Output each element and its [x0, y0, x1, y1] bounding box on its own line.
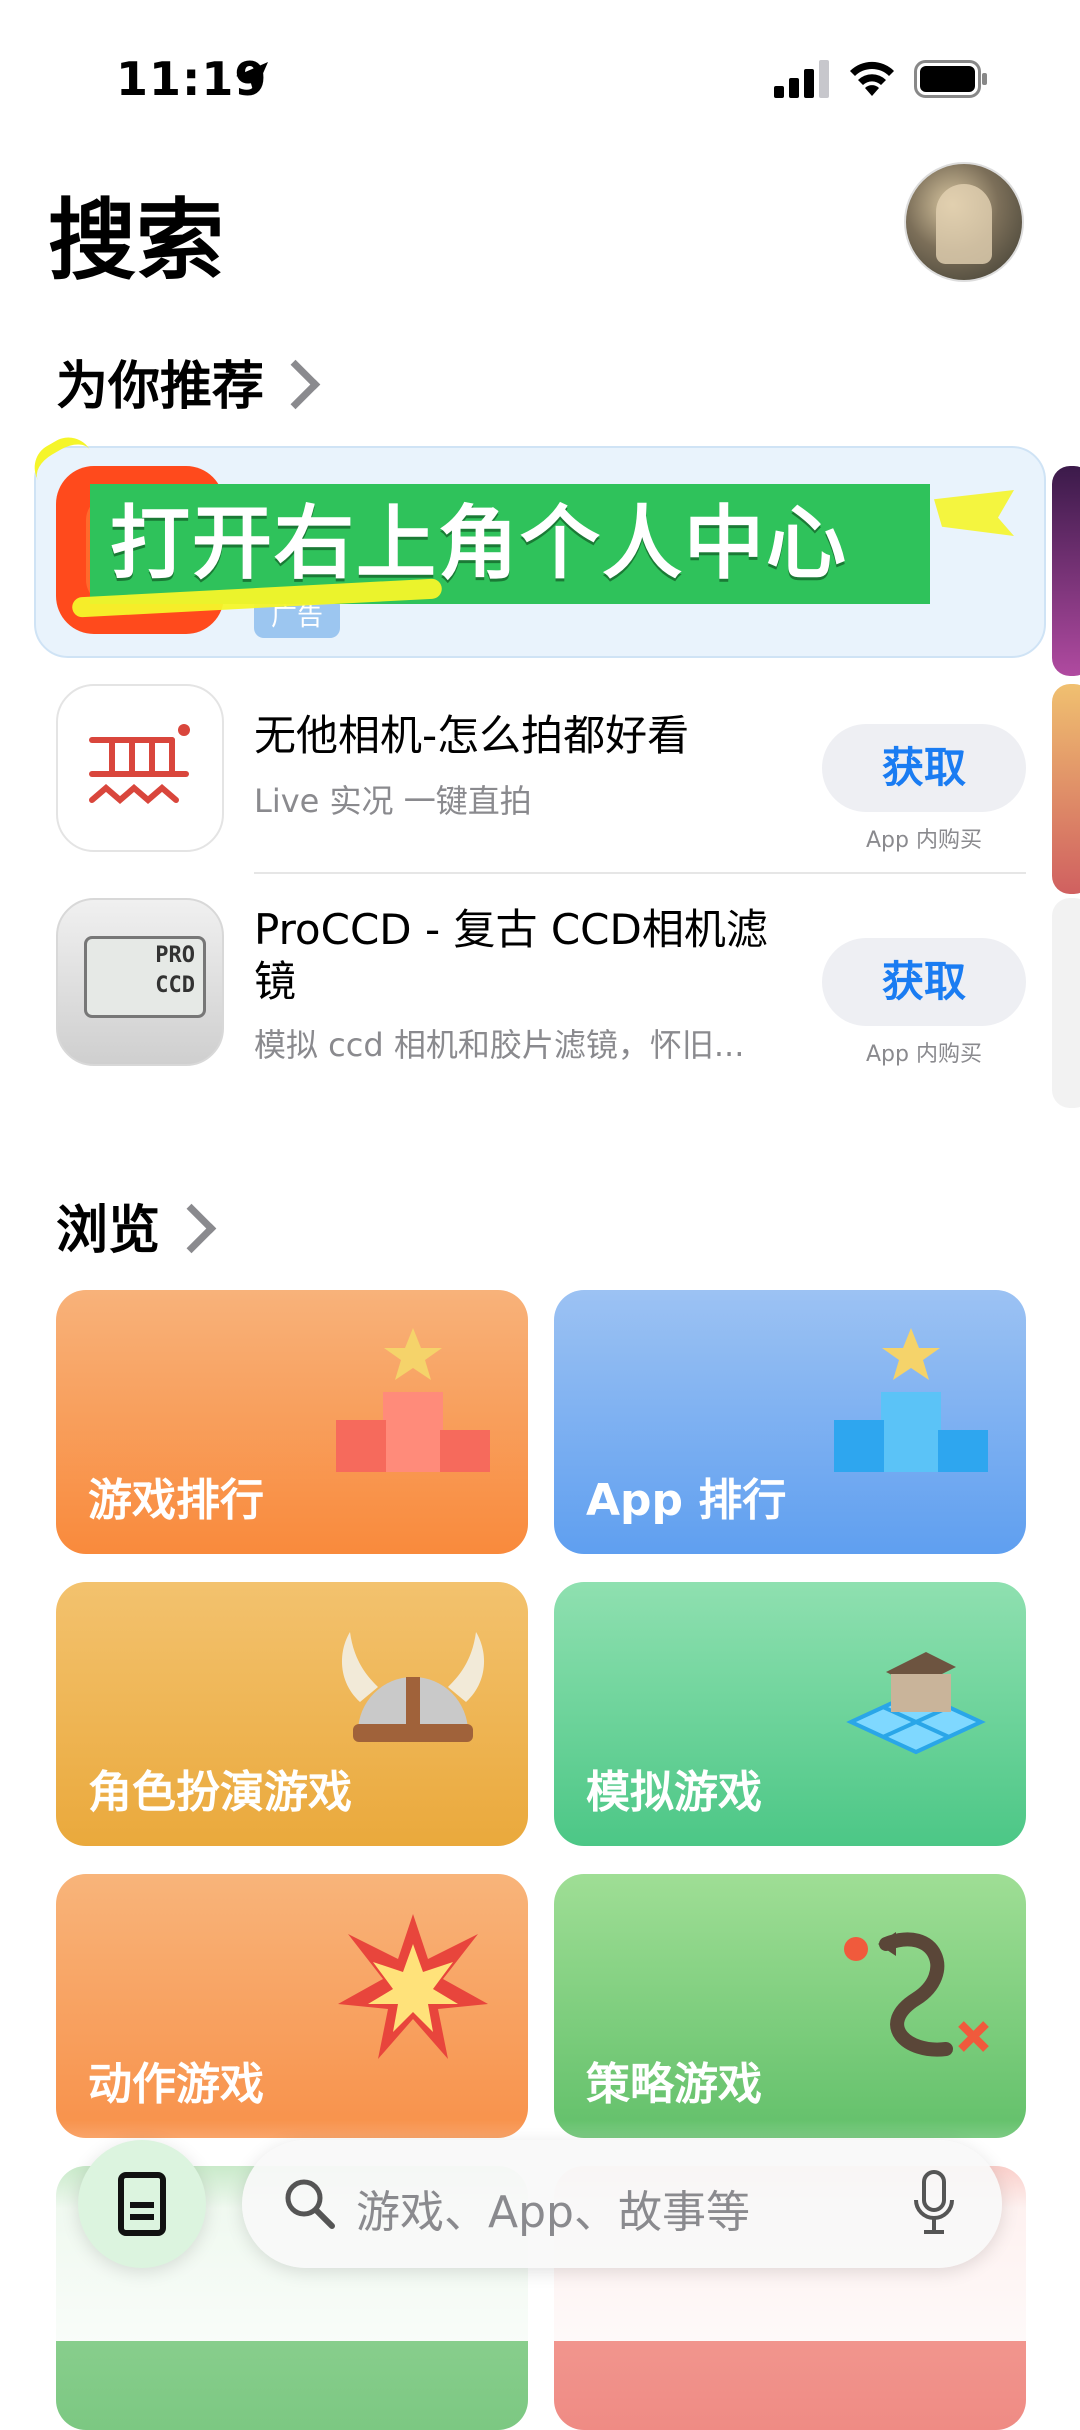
- recommended-section-header[interactable]: 为你推荐: [56, 344, 321, 419]
- tile-simulation-games[interactable]: 模拟游戏: [554, 1582, 1026, 1846]
- page-title: 搜索: [48, 189, 225, 292]
- battery-icon: [914, 60, 987, 98]
- podium-icon: [834, 1328, 988, 1472]
- lcd-text: CCD: [155, 973, 195, 998]
- tile-strategy-games[interactable]: 策略游戏: [554, 1874, 1026, 2138]
- status-bar: 11:19: [0, 0, 1080, 150]
- next-card-peek: [1052, 898, 1080, 1108]
- browse-title: 浏览: [56, 1201, 161, 1261]
- app-name[interactable]: 无他相机-怎么拍都好看: [254, 710, 689, 762]
- tile-label: 动作游戏: [88, 2059, 264, 2110]
- tile-label: 游戏排行: [88, 1475, 264, 1526]
- viking-helmet-icon: [341, 1632, 485, 1742]
- tile-rpg-games[interactable]: 角色扮演游戏: [56, 1582, 528, 1846]
- tile-action-games[interactable]: 动作游戏: [56, 1874, 528, 2138]
- location-arrow-icon: [236, 62, 268, 94]
- in-app-purchase-note: App 内购买: [866, 1042, 982, 1067]
- get-button[interactable]: 获取: [822, 938, 1026, 1026]
- wuta-camera-app-icon[interactable]: [56, 684, 224, 852]
- tile-label: 模拟游戏: [586, 1767, 762, 1818]
- strategy-path-icon: [844, 1932, 989, 2057]
- account-avatar-button[interactable]: [904, 162, 1024, 282]
- house-grid-icon: [846, 1652, 986, 1755]
- search-placeholder: 游戏、App、故事等: [356, 2187, 750, 2238]
- lcd-text: PRO: [155, 943, 195, 968]
- tile-game-charts[interactable]: 游戏排行: [56, 1290, 528, 1554]
- library-button[interactable]: [78, 2140, 206, 2268]
- proccd-app-icon[interactable]: PRO CCD: [56, 898, 224, 1066]
- get-button[interactable]: 获取: [822, 724, 1026, 812]
- app-subtitle: 模拟 ccd 相机和胶片滤镜，怀旧...: [254, 1026, 745, 1064]
- microphone-icon[interactable]: [912, 2170, 956, 2236]
- app-subtitle: Live 实况 一键直拍: [254, 782, 532, 820]
- tile-app-charts[interactable]: App 排行: [554, 1290, 1026, 1554]
- tile-label: App 排行: [586, 1475, 787, 1526]
- library-icon: [118, 2172, 166, 2236]
- next-card-peek: [1052, 684, 1080, 894]
- app-name[interactable]: ProCCD - 复古 CCD相机滤镜: [254, 904, 794, 1008]
- chevron-right-icon: [270, 359, 321, 409]
- search-icon: [285, 2179, 335, 2229]
- cellular-signal-icon: [774, 60, 829, 98]
- explosion-icon: [338, 1914, 488, 2059]
- podium-icon: [336, 1328, 490, 1472]
- wuta-logo-icon: [89, 724, 190, 804]
- recommended-title: 为你推荐: [56, 357, 265, 417]
- chevron-right-icon: [166, 1203, 217, 1253]
- row-divider: [254, 872, 1026, 874]
- in-app-purchase-note: App 内购买: [866, 828, 982, 853]
- tile-label: 策略游戏: [586, 2059, 762, 2110]
- tutorial-overlay-banner: 打开右上角个人中心: [90, 484, 930, 604]
- next-card-peek: [1052, 466, 1080, 676]
- tile-label: 角色扮演游戏: [88, 1767, 352, 1818]
- browse-section-header[interactable]: 浏览: [56, 1188, 217, 1263]
- lcd-screen: PRO CCD: [84, 936, 206, 1018]
- wifi-icon: [850, 61, 894, 96]
